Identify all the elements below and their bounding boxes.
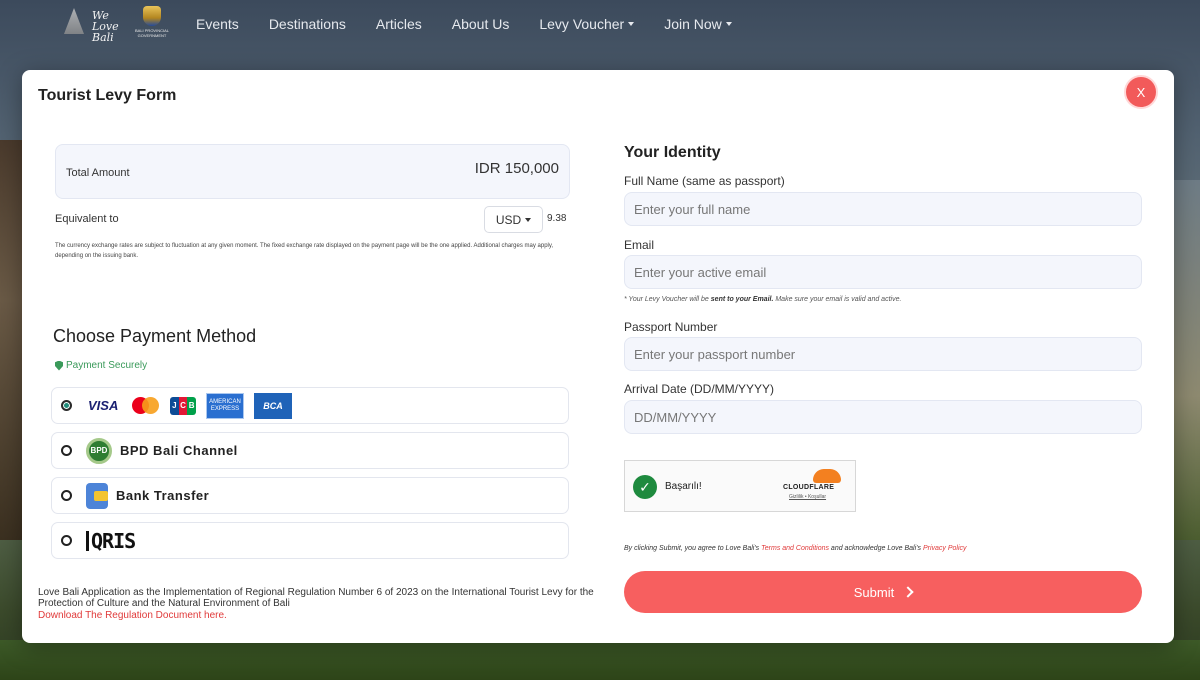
logo-text: We Love Bali: [92, 9, 119, 44]
check-icon: ✓: [633, 475, 657, 499]
exchange-rate-disclaimer: The currency exchange rates are subject …: [55, 243, 554, 259]
nav-destinations-label: Destinations: [268, 16, 346, 32]
shield-icon: [55, 360, 63, 371]
cloudflare-brand: CLOUDFLARE: [783, 484, 835, 491]
jcb-logo: JCB: [170, 396, 196, 415]
currency-select-value: USD: [495, 212, 522, 227]
chevron-right-icon: [902, 586, 914, 598]
equivalent-value: 9.38: [547, 213, 567, 224]
bpd-bali-label: BPD Bali Channel: [120, 443, 238, 458]
love-bali-logo[interactable]: We Love Bali: [64, 6, 124, 43]
background-scenery-right: [1172, 180, 1200, 540]
payment-secure-note: Payment Securely: [55, 360, 147, 371]
cloudflare-captcha[interactable]: ✓ Başarılı! CLOUDFLARE Gizlilik • Koşull…: [624, 460, 856, 512]
privacy-link[interactable]: Privacy Policy: [923, 545, 967, 552]
nav-about-us[interactable]: About Us: [452, 16, 510, 32]
nav-destinations[interactable]: Destinations: [269, 16, 346, 32]
identity-title: Your Identity: [624, 144, 721, 161]
nav-articles[interactable]: Articles: [376, 16, 422, 32]
captcha-links[interactable]: Gizlilik • Koşullar: [789, 494, 826, 500]
nav-menu: Events Destinations Articles About Us Le…: [196, 16, 762, 32]
email-label: Email: [624, 238, 655, 252]
nav-about-us-label: About Us: [451, 16, 510, 32]
radio-bank-transfer[interactable]: [61, 490, 72, 501]
caret-down-icon: [525, 217, 532, 222]
email-note-prefix: * Your Levy Voucher will be: [624, 296, 711, 303]
government-logo: BALI PROVINCIAL GOVERNMENT: [132, 6, 172, 38]
payment-option-cards[interactable]: VISA JCB AMERICAN EXPRESS BCA: [51, 387, 569, 424]
email-note-suffix: Make sure your email is valid and active…: [773, 296, 902, 303]
qris-logo: QRIS: [86, 530, 136, 551]
amex-logo: AMERICAN EXPRESS: [206, 392, 244, 419]
payment-option-qris[interactable]: QRIS: [51, 522, 569, 559]
total-amount-box: Total Amount IDR 150,000: [55, 144, 570, 199]
total-amount-label: Total Amount: [66, 167, 130, 179]
nav-join-now[interactable]: Join Now: [664, 16, 732, 32]
regulation-download-link[interactable]: Download The Regulation Document here.: [38, 610, 227, 621]
nav-events-label: Events: [196, 16, 239, 32]
arrival-date-input[interactable]: [624, 400, 1142, 434]
email-note-bold: sent to your Email.: [710, 296, 774, 303]
crest-icon: [143, 6, 161, 26]
caret-down-icon: [725, 22, 732, 26]
passport-input[interactable]: [624, 337, 1142, 371]
payment-method-title: Choose Payment Method: [53, 326, 257, 346]
modal-title: Tourist Levy Form: [38, 87, 177, 104]
logo-group[interactable]: We Love Bali BALI PROVINCIAL GOVERNMENT: [64, 6, 172, 43]
nav-events[interactable]: Events: [196, 16, 239, 32]
agreement-middle: and acknowledge Love Bali's: [828, 545, 923, 552]
currency-select[interactable]: USD: [484, 206, 543, 233]
government-logo-text: BALI PROVINCIAL GOVERNMENT: [134, 28, 169, 38]
caret-down-icon: [628, 22, 635, 26]
agreement-text: By clicking Submit, you agree to Love Ba…: [624, 545, 967, 552]
card-logos: VISA JCB AMERICAN EXPRESS BCA: [88, 392, 292, 419]
submit-button[interactable]: Submit: [624, 571, 1142, 613]
regulation-text: Love Bali Application as the Implementat…: [38, 587, 594, 609]
levy-form-modal: Tourist Levy Form X Total Amount IDR 150…: [22, 70, 1174, 643]
agreement-prefix: By clicking Submit, you agree to Love Ba…: [624, 545, 762, 552]
equivalent-label: Equivalent to: [55, 213, 119, 225]
radio-cards[interactable]: [61, 400, 72, 411]
bca-logo: BCA: [254, 392, 292, 419]
nav-articles-label: Articles: [375, 16, 422, 32]
email-input[interactable]: [624, 255, 1142, 289]
nav-levy-voucher-label: Levy Voucher: [539, 16, 625, 32]
background-temple-left: [0, 140, 24, 540]
payment-option-bank-transfer[interactable]: Bank Transfer: [51, 477, 569, 514]
temple-gate-icon: [64, 8, 84, 34]
bpd-bali-icon: BPD: [86, 437, 112, 464]
terms-link[interactable]: Terms and Conditions: [761, 545, 829, 552]
visa-logo: VISA: [88, 398, 119, 413]
submit-label: Submit: [853, 584, 895, 600]
full-name-label: Full Name (same as passport): [624, 174, 785, 188]
arrival-date-label: Arrival Date (DD/MM/YYYY): [624, 382, 775, 396]
email-note: * Your Levy Voucher will be sent to your…: [624, 296, 901, 303]
bank-card-icon: [86, 482, 108, 509]
close-button[interactable]: X: [1124, 75, 1158, 109]
payment-secure-label: Payment Securely: [66, 360, 148, 371]
radio-qris[interactable]: [61, 535, 72, 546]
radio-bpd[interactable]: [61, 445, 72, 456]
bank-transfer-label: Bank Transfer: [116, 488, 210, 503]
total-amount-value: IDR 150,000: [474, 160, 559, 177]
cloudflare-cloud-icon: [813, 469, 841, 483]
captcha-status: Başarılı!: [665, 481, 702, 492]
nav-levy-voucher[interactable]: Levy Voucher: [539, 16, 635, 32]
full-name-input[interactable]: [624, 192, 1142, 226]
background-grass: [0, 640, 1200, 680]
mastercard-logo: [132, 396, 160, 415]
payment-option-bpd[interactable]: BPD BPD Bali Channel: [51, 432, 569, 469]
top-navbar: We Love Bali BALI PROVINCIAL GOVERNMENT …: [0, 0, 1200, 50]
passport-label: Passport Number: [624, 320, 718, 334]
nav-join-now-label: Join Now: [664, 16, 722, 32]
